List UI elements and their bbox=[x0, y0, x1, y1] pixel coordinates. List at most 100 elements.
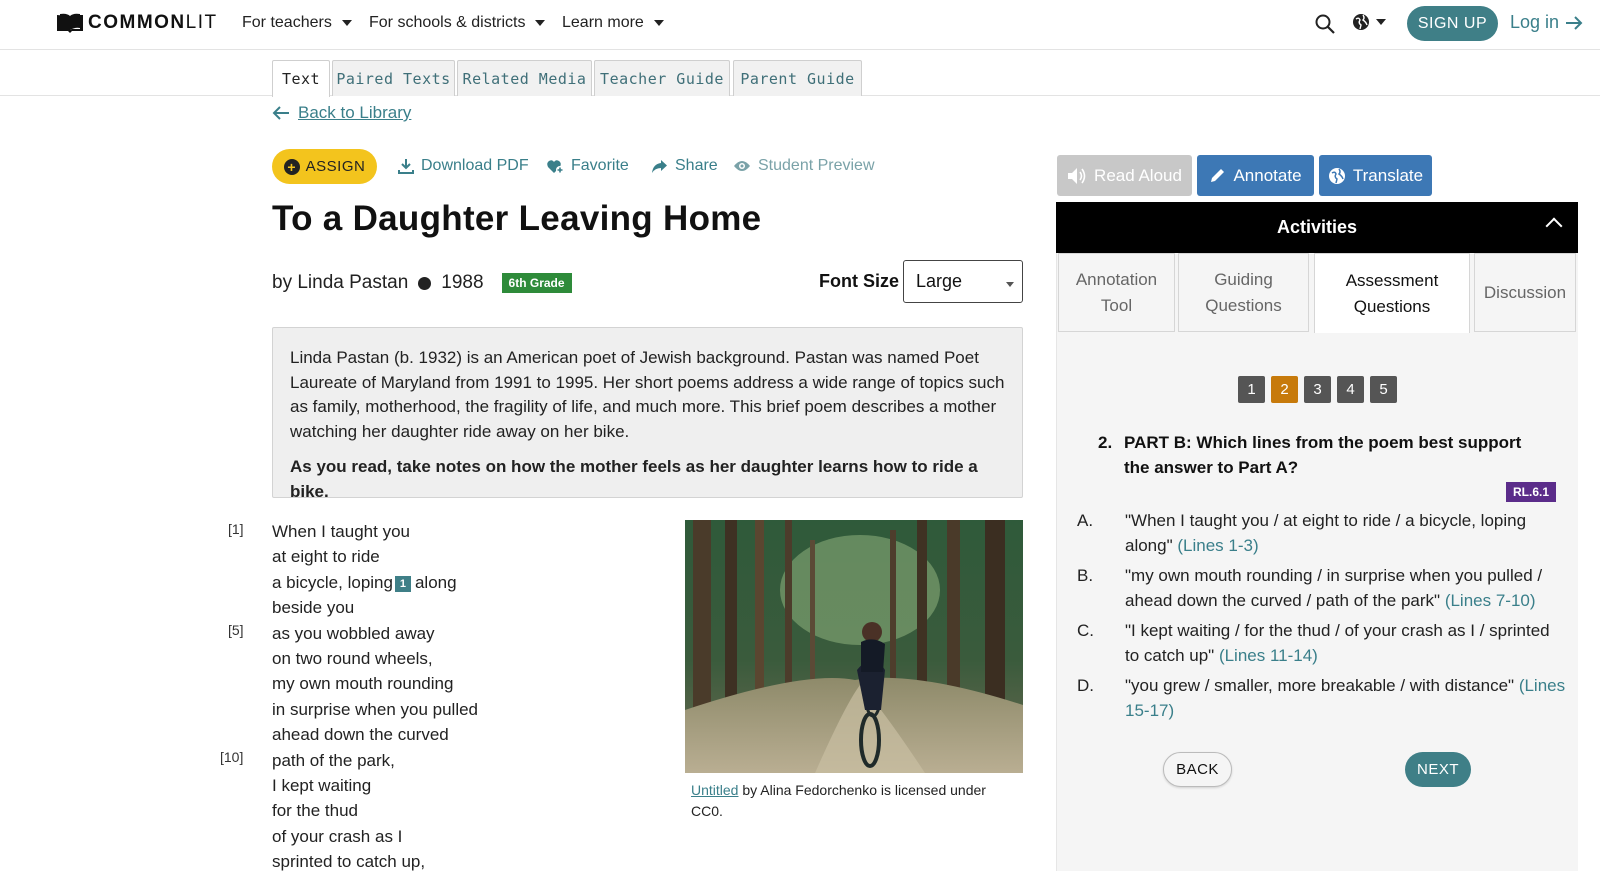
nav-for-schools[interactable]: For schools & districts bbox=[369, 14, 546, 32]
poem-line: beside you bbox=[272, 598, 355, 618]
caption-source-link[interactable]: Untitled bbox=[691, 782, 738, 798]
language-selector[interactable] bbox=[1352, 13, 1386, 31]
speaker-icon bbox=[1068, 167, 1086, 184]
globe-icon bbox=[1353, 14, 1369, 30]
option-line-reference: (Lines 7-10) bbox=[1444, 591, 1536, 610]
tab-parent-guide[interactable]: Parent Guide bbox=[733, 60, 862, 96]
share-button[interactable]: Share bbox=[651, 157, 718, 175]
option-line-reference: (Lines 11-14) bbox=[1218, 646, 1318, 665]
bullet-dot bbox=[418, 276, 432, 290]
option-letter: A. bbox=[1077, 511, 1094, 530]
author: by Linda Pastan bbox=[272, 272, 409, 293]
eye-icon bbox=[734, 161, 750, 171]
caret-down-icon bbox=[1376, 19, 1386, 25]
question-number-4[interactable]: 4 bbox=[1337, 376, 1364, 403]
search-icon[interactable] bbox=[1314, 13, 1336, 35]
option-text: "I kept waiting / for the thud / of your… bbox=[1125, 621, 1550, 665]
poem-line: as you wobbled away bbox=[272, 623, 435, 643]
poem-line-part: along bbox=[414, 572, 457, 592]
question-number-3[interactable]: 3 bbox=[1304, 376, 1331, 403]
line-number: [10] bbox=[220, 749, 244, 765]
text-tabs: Text Paired Texts Related Media Teacher … bbox=[0, 50, 1600, 97]
option-letter: B. bbox=[1077, 566, 1094, 585]
poem-line: my own mouth rounding bbox=[272, 674, 454, 694]
answer-option-d[interactable]: D. "you grew / smaller, more breakable /… bbox=[1077, 673, 1567, 723]
sign-up-button[interactable]: SIGN UP bbox=[1407, 6, 1498, 41]
question-text: PART B: Which lines from the poem best s… bbox=[1124, 433, 1522, 477]
back-to-library-link[interactable]: Back to Library bbox=[272, 103, 411, 123]
assign-label: ASSIGN bbox=[305, 158, 366, 175]
grade-badge: 6th Grade bbox=[501, 273, 572, 293]
poem-line: at eight to ride bbox=[272, 547, 380, 567]
caret-down-icon bbox=[653, 20, 664, 26]
logo-text-light: LIT bbox=[185, 12, 218, 33]
select-caret-icon bbox=[1006, 282, 1014, 287]
assign-button[interactable]: + ASSIGN bbox=[272, 149, 377, 184]
nav-learn-more[interactable]: Learn more bbox=[562, 14, 664, 32]
option-body: "When I taught you / at eight to ride / … bbox=[1125, 508, 1567, 558]
activities-header[interactable]: Activities bbox=[1056, 202, 1578, 253]
option-letter: D. bbox=[1077, 676, 1094, 695]
tab-text[interactable]: Text bbox=[272, 60, 330, 97]
poem-text[interactable]: When I taught you at eight to ride a bic… bbox=[272, 519, 478, 875]
page-title: To a Daughter Leaving Home bbox=[272, 199, 762, 238]
tab-paired-texts[interactable]: Paired Texts bbox=[332, 60, 455, 96]
footnote-marker[interactable]: 1 bbox=[394, 575, 411, 592]
back-button[interactable]: BACK bbox=[1163, 752, 1232, 787]
tab-assessment-questions[interactable]: Assessment Questions bbox=[1314, 253, 1470, 333]
option-text: "you grew / smaller, more breakable / wi… bbox=[1125, 676, 1519, 695]
tab-teacher-guide[interactable]: Teacher Guide bbox=[594, 60, 730, 96]
favorite-button[interactable]: Favorite bbox=[546, 157, 629, 175]
poem-line: I kept waiting bbox=[272, 776, 372, 796]
next-button[interactable]: NEXT bbox=[1405, 752, 1471, 787]
logo-text: COMMON bbox=[88, 12, 186, 33]
font-size-select[interactable]: Large bbox=[903, 260, 1023, 303]
tab-guiding-questions[interactable]: Guiding Questions bbox=[1178, 253, 1309, 332]
poem-line: When I taught you bbox=[272, 522, 410, 541]
nav-label: For teachers bbox=[242, 14, 332, 31]
question-number-5[interactable]: 5 bbox=[1370, 376, 1397, 403]
nav-label: For schools & districts bbox=[369, 14, 526, 31]
nav-for-teachers[interactable]: For teachers bbox=[242, 14, 352, 32]
activities-panel bbox=[1056, 253, 1578, 871]
download-pdf-button[interactable]: Download PDF bbox=[398, 157, 529, 175]
reading-instruction: As you read, take notes on how the mothe… bbox=[290, 457, 978, 501]
log-in-link[interactable]: Log in bbox=[1510, 12, 1583, 33]
answer-option-a[interactable]: A. "When I taught you / at eight to ride… bbox=[1077, 508, 1567, 558]
tab-related-media[interactable]: Related Media bbox=[457, 60, 592, 96]
caret-down-icon bbox=[341, 20, 352, 26]
line-number: [1] bbox=[228, 521, 244, 537]
commonlit-logo[interactable]: COMMON LIT bbox=[56, 12, 218, 34]
poem-line: path of the park, bbox=[272, 750, 395, 770]
arrow-right-icon bbox=[1566, 15, 1583, 30]
standard-badge: RL.6.1 bbox=[1506, 482, 1557, 502]
caret-down-icon bbox=[535, 20, 546, 26]
translate-button[interactable]: Translate bbox=[1319, 155, 1432, 196]
top-navigation: COMMON LIT For teachers For schools & dis… bbox=[0, 0, 1600, 50]
option-letter: C. bbox=[1077, 621, 1094, 640]
answer-option-b[interactable]: B. "my own mouth rounding / in surprise … bbox=[1077, 563, 1567, 613]
poem-line: for the thud bbox=[272, 801, 359, 821]
text-introduction: Linda Pastan (b. 1932) is an American po… bbox=[272, 327, 1023, 501]
log-in-label: Log in bbox=[1510, 12, 1560, 32]
question-prompt: 2. PART B: Which lines from the poem bes… bbox=[1098, 430, 1538, 480]
back-link-label: Back to Library bbox=[298, 103, 412, 122]
annotate-button[interactable]: Annotate bbox=[1197, 155, 1314, 196]
line-number: [5] bbox=[228, 622, 244, 638]
download-icon bbox=[398, 159, 414, 174]
poem-line: ahead down the curved bbox=[272, 725, 449, 745]
tab-annotation-tool[interactable]: Annotation Tool bbox=[1058, 253, 1175, 332]
question-number-2[interactable]: 2 bbox=[1271, 376, 1298, 403]
poem-line-part: a bicycle, loping bbox=[272, 572, 393, 592]
read-aloud-button[interactable]: Read Aloud bbox=[1057, 155, 1192, 196]
option-body: "you grew / smaller, more breakable / wi… bbox=[1125, 673, 1567, 723]
tab-discussion[interactable]: Discussion bbox=[1474, 253, 1576, 332]
question-number-1[interactable]: 1 bbox=[1238, 376, 1265, 403]
read-aloud-label: Read Aloud bbox=[1094, 165, 1182, 185]
share-icon bbox=[652, 159, 667, 173]
answer-option-c[interactable]: C. "I kept waiting / for the thud / of y… bbox=[1077, 618, 1567, 668]
open-book-icon bbox=[57, 13, 83, 33]
student-preview-button[interactable]: Student Preview bbox=[733, 157, 875, 175]
globe-icon bbox=[1328, 167, 1345, 184]
chevron-up-icon[interactable] bbox=[1545, 217, 1563, 235]
